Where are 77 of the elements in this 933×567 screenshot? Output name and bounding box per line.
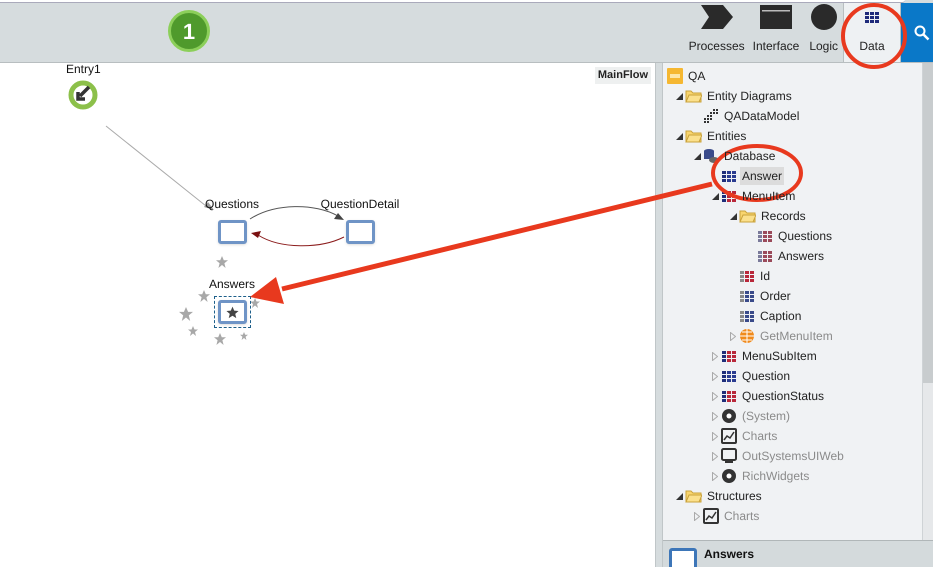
tree-item[interactable]: Question [740,367,792,385]
star-icon [226,306,238,318]
chart-icon [703,508,719,524]
details-title: Answers [704,548,754,560]
chart-icon [721,428,737,444]
collapsed-triangle-icon[interactable] [712,392,718,400]
diagram-icon [703,108,719,124]
attribute-grid-icon [739,288,755,304]
collapsed-triangle-icon[interactable] [712,412,718,420]
record-grid-icon [757,228,773,244]
tree-item[interactable]: Order [758,287,793,305]
tree-item[interactable]: Database [722,147,778,165]
entity-grid-icon [721,188,737,204]
collapsed-triangle-icon[interactable] [712,432,718,440]
screen-node[interactable] [218,220,246,244]
toolbar-tab[interactable]: Interface [748,0,804,62]
expanded-triangle-icon[interactable] [712,192,719,200]
tree-item[interactable]: Questions [776,227,834,245]
chevron-icon [700,5,733,29]
tree-item[interactable]: Structures [705,487,764,505]
entity-grid-icon [721,168,737,184]
folder-icon [685,129,702,143]
annotation-circle [841,3,907,69]
collapsed-triangle-icon[interactable] [712,472,718,480]
step-badge: 1 [168,10,210,52]
collapsed-triangle-icon[interactable] [730,332,736,340]
folder-icon [739,209,756,223]
collapsed-triangle-icon[interactable] [712,352,718,360]
expanded-triangle-icon[interactable] [676,132,683,140]
disc-icon [721,468,737,484]
search-button[interactable] [901,3,933,62]
entry-node-icon[interactable] [68,80,98,110]
collapsed-triangle-icon[interactable] [712,452,718,460]
node-label: Questions [204,196,260,213]
entity-grid-icon [721,388,737,404]
tree-item[interactable]: Answers [776,247,826,265]
attribute-grid-icon [739,308,755,324]
database-icon [703,148,719,164]
expanded-triangle-icon[interactable] [694,152,701,160]
tree-item[interactable]: Entity Diagrams [705,87,794,105]
grid-icon [864,9,880,25]
node-label: QuestionDetail [320,196,400,213]
tree-item[interactable]: Entities [705,127,748,145]
node-label: Answers [208,276,255,293]
tree-item[interactable]: QA [686,67,708,85]
folder-icon [685,489,702,503]
toolbar-tab[interactable]: Processes [686,0,748,62]
entity-grid-icon [721,368,737,384]
module-icon [667,68,683,84]
search-icon [914,24,930,40]
record-grid-icon [757,248,773,264]
tree-item[interactable]: Id [758,267,772,285]
monitor-icon [721,448,737,464]
node-label: Entry1 [66,61,101,78]
collapsed-triangle-icon[interactable] [694,512,700,520]
attribute-grid-icon [739,268,755,284]
tree-item[interactable]: QuestionStatus [740,387,826,405]
globe-icon [739,328,755,344]
tree-item[interactable]: QADataModel [722,107,802,125]
expanded-triangle-icon[interactable] [676,492,683,500]
toolbar-tab[interactable]: Logic [804,0,843,62]
screen-icon [669,548,697,567]
screen-node[interactable] [346,220,374,244]
collapsed-triangle-icon[interactable] [712,372,718,380]
expanded-triangle-icon[interactable] [676,92,683,100]
disc-icon [721,408,737,424]
folder-icon [685,89,702,103]
circle-icon [810,4,837,30]
tree-item[interactable]: Caption [758,307,804,325]
tree-item[interactable]: Answer [740,167,784,185]
scrollbar[interactable] [922,63,933,540]
flow-tab[interactable]: MainFlow [594,67,651,84]
window-icon [760,5,792,29]
tree-item[interactable]: MenuSubItem [740,347,819,365]
expanded-triangle-icon[interactable] [730,212,737,220]
tree-item[interactable]: Records [759,207,808,225]
entity-grid-icon [721,348,737,364]
